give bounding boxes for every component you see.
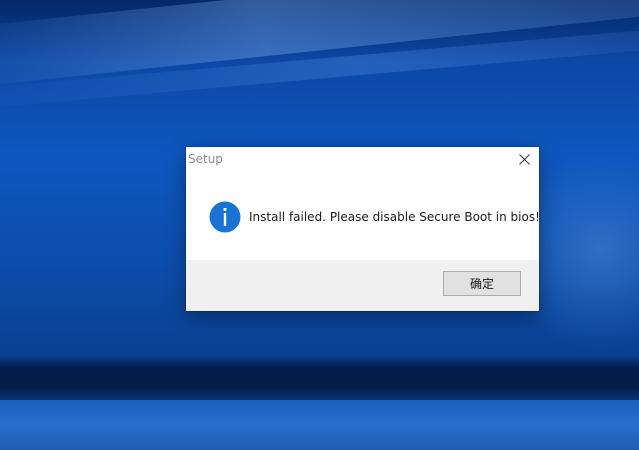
desktop-light-band	[0, 400, 639, 450]
error-message: Install failed. Please disable Secure Bo…	[249, 210, 540, 224]
dialog-titlebar[interactable]: Setup	[186, 147, 539, 171]
desktop-dark-band	[0, 355, 639, 400]
info-icon	[209, 201, 241, 233]
ok-button[interactable]: 确定	[443, 271, 521, 296]
dialog-content: Install failed. Please disable Secure Bo…	[186, 171, 540, 260]
close-icon	[518, 153, 530, 165]
close-button[interactable]	[509, 147, 539, 171]
setup-dialog: Setup Install failed. Please disable Sec…	[186, 147, 540, 311]
dialog-title: Setup	[188, 152, 223, 166]
dialog-footer: 确定	[186, 260, 539, 311]
